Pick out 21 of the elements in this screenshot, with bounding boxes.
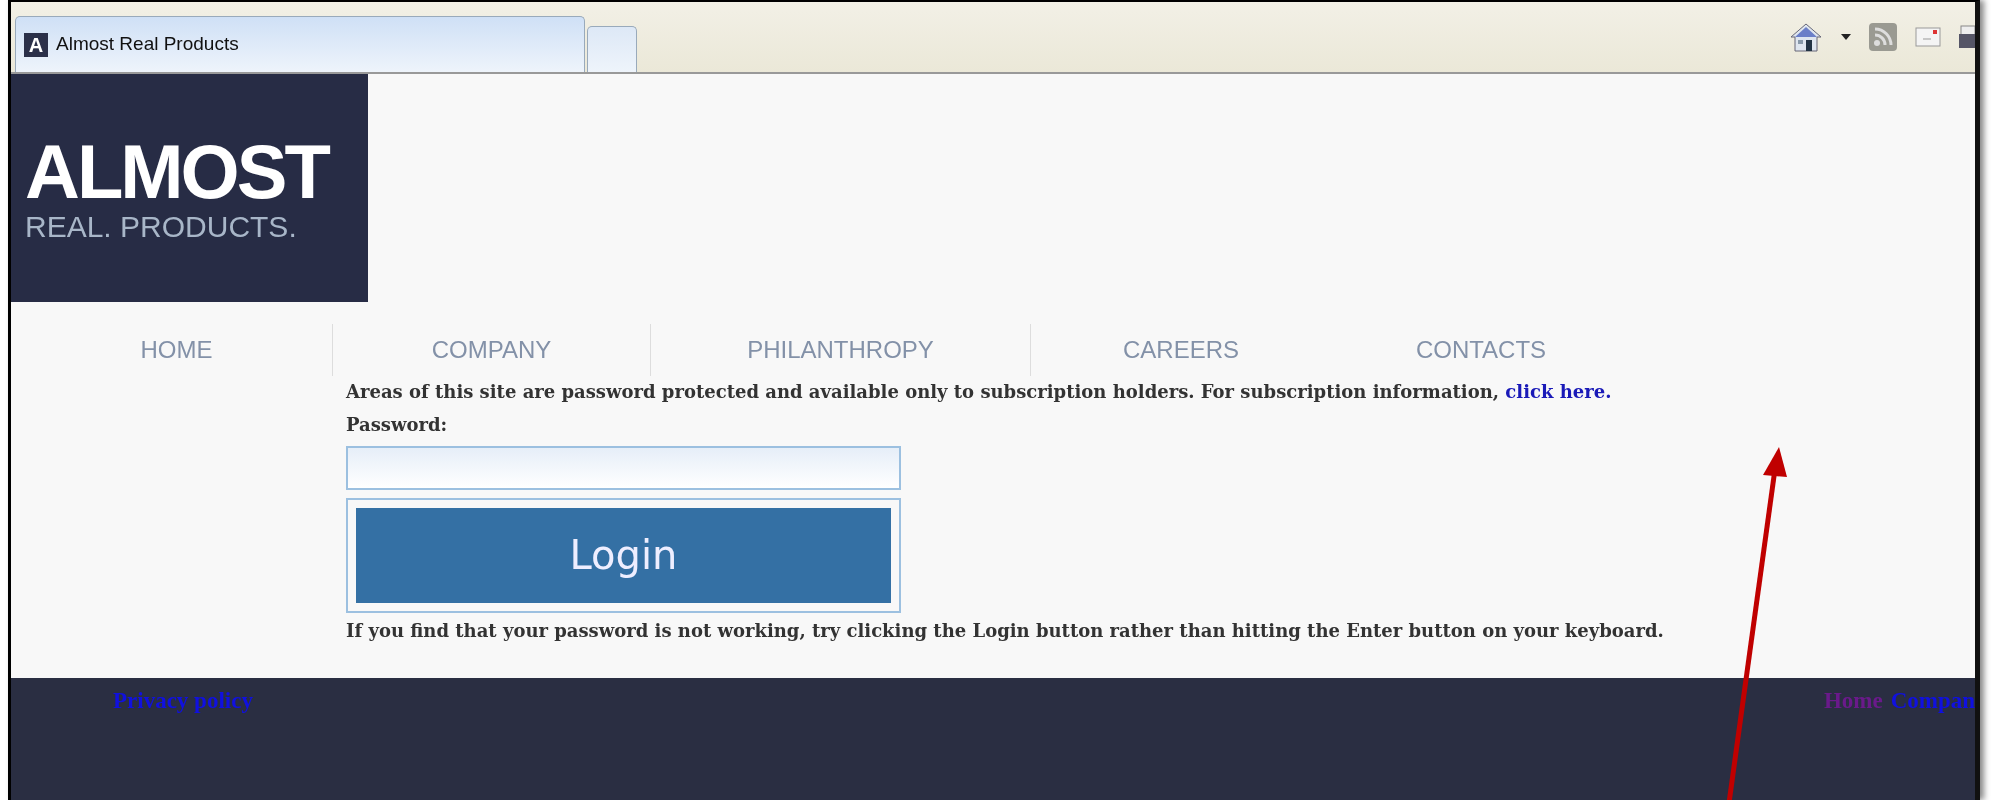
new-tab-button[interactable] — [587, 26, 637, 72]
nav-link[interactable]: CONTACTS — [1415, 332, 1547, 368]
nav-link[interactable]: HOME — [140, 332, 213, 368]
mail-icon[interactable] — [1915, 27, 1941, 47]
site-icon: A — [24, 32, 48, 57]
hint-text: If you find that your password is not working, try clicking the Login button rather than hitting the Enter button on your keyboard. — [346, 618, 1665, 643]
subscription-link[interactable]: click here. — [1505, 381, 1612, 402]
password-label: Password: — [346, 412, 449, 437]
login-button[interactable]: Login — [356, 507, 891, 603]
password-field[interactable] — [346, 445, 901, 490]
tab-title: Almost Real Products — [56, 32, 239, 57]
nav-link[interactable]: CAREERS — [1123, 332, 1239, 368]
browser-tab[interactable]: A Almost Real Products — [15, 16, 585, 72]
logo-tagline: REAL. PRODUCTS. — [25, 209, 297, 243]
logo-wordmark: ALMOST — [25, 133, 328, 210]
nav-link[interactable]: COMPANY — [431, 332, 552, 368]
nav-link[interactable]: PHILANTHROPY — [747, 332, 934, 368]
caret-icon[interactable] — [1841, 34, 1851, 40]
logo[interactable]: ALMOST REAL. PRODUCTS. — [11, 74, 368, 302]
home-icon[interactable] — [1789, 22, 1823, 52]
notice-text: Areas of this site are password protected and available only to subscription holders. For subscription information, click here. — [346, 380, 1613, 404]
